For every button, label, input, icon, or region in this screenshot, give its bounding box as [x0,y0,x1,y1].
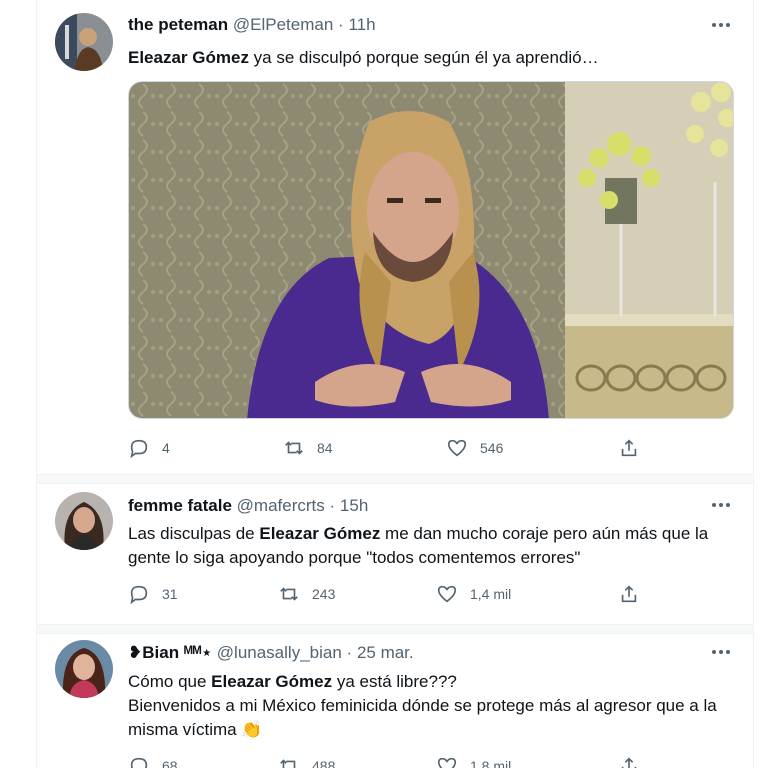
like-count: 1,8 mil [470,758,512,768]
display-name[interactable]: femme fatale [128,496,232,515]
avatar[interactable] [55,13,113,71]
tweet-text: Eleazar Gómez ya se disculpó porque segú… [128,46,738,70]
tweet[interactable]: femme fatale @mafercrts · 15h Las discul… [37,484,753,624]
user-handle[interactable]: @ElPeteman [233,15,333,34]
timeline-feed: the peteman @ElPeteman · 11h Eleazar Góm… [36,0,754,768]
like-button[interactable]: 546 [446,436,503,460]
tweet-header: ❥Bian ᴹᴹ⋆ @lunasally_bian · 25 mar. [128,642,414,664]
tweet-actions: 31 243 1,4 mil [128,582,648,606]
tweet-text-body: ya se disculpó porque según él ya aprend… [248,48,599,67]
share-icon [621,585,637,603]
tweet-header: femme fatale @mafercrts · 15h [128,495,368,517]
tweet-text-pre: Cómo que [128,672,212,691]
separator-dot: · [338,15,344,34]
reply-button[interactable]: 4 [128,436,170,460]
retweet-icon [285,441,303,455]
retweet-count: 488 [312,758,336,768]
tweet-text: Cómo que Eleazar Gómez ya está libre??? … [128,670,738,742]
avatar[interactable] [55,640,113,698]
tweet-text-pre: Las disculpas de [128,524,260,543]
tweet-header: the peteman @ElPeteman · 11h [128,14,376,36]
tweet-divider [37,624,753,634]
display-name[interactable]: the peteman [128,15,228,34]
mention-bold: Eleazar Gómez [259,524,381,543]
separator-dot: · [346,643,353,662]
share-button[interactable] [618,582,640,606]
share-button[interactable] [618,754,640,768]
tweet-divider [37,474,753,484]
display-name-suffix: ᴹᴹ⋆ [183,643,213,662]
retweet-button[interactable]: 243 [278,582,335,606]
share-icon [621,439,637,457]
tweet-media-image[interactable] [128,81,734,419]
reply-count: 68 [162,758,178,768]
like-icon [437,757,457,768]
more-icon[interactable] [709,495,733,515]
retweet-count: 84 [317,440,333,456]
user-handle[interactable]: @lunasally_bian [217,643,342,662]
timestamp[interactable]: 25 mar. [357,643,414,662]
reply-count: 31 [162,586,178,602]
retweet-button[interactable]: 488 [278,754,335,768]
like-button[interactable]: 1,4 mil [436,582,511,606]
mention-bold: Eleazar Gómez [128,48,249,67]
retweet-button[interactable]: 84 [283,436,333,460]
tweet-text-post: ya está libre??? [332,672,457,691]
more-icon[interactable] [709,15,733,35]
reply-button[interactable]: 31 [128,582,178,606]
like-icon [447,439,467,457]
retweet-icon [280,587,298,601]
like-button[interactable]: 1,8 mil [436,754,511,768]
timestamp[interactable]: 11h [348,15,375,34]
retweet-count: 243 [312,586,336,602]
tweet-text: Las disculpas de Eleazar Gómez me dan mu… [128,522,738,570]
tweet[interactable]: ❥Bian ᴹᴹ⋆ @lunasally_bian · 25 mar. Cómo… [37,634,753,768]
tweet-text-line2: Bienvenidos a mi México feminicida dónde… [128,696,717,739]
reply-icon [130,757,148,768]
clap-emoji: 👏 [241,720,263,739]
timestamp[interactable]: 15h [340,496,368,515]
separator-dot: · [329,496,336,515]
mention-bold: Eleazar Gómez [211,672,333,691]
more-icon[interactable] [709,642,733,662]
reply-count: 4 [162,440,170,456]
reply-icon [130,585,148,605]
share-icon [621,757,637,768]
share-button[interactable] [618,436,640,460]
tweet[interactable]: the peteman @ElPeteman · 11h Eleazar Góm… [37,0,753,474]
like-count: 546 [480,440,504,456]
retweet-icon [280,759,296,768]
tweet-actions: 68 488 1,8 mil [128,754,648,768]
like-count: 1,4 mil [470,586,512,602]
like-icon [437,585,457,603]
display-name[interactable]: ❥Bian [128,643,179,662]
reply-icon [130,439,148,459]
user-handle[interactable]: @mafercrts [237,496,325,515]
tweet-actions: 4 84 546 [128,436,648,460]
reply-button[interactable]: 68 [128,754,178,768]
avatar[interactable] [55,492,113,550]
